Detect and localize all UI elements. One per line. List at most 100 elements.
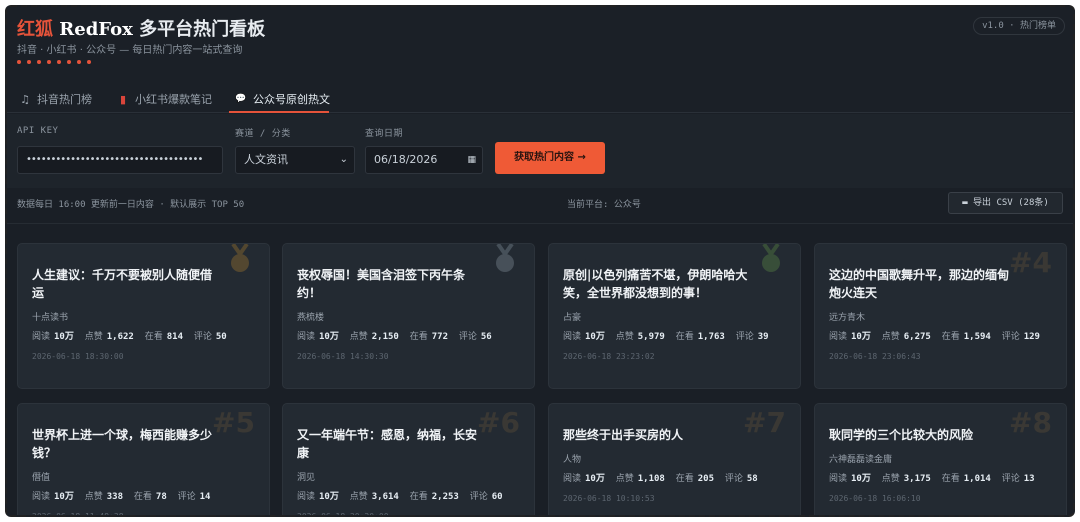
read-label: 阅读 (297, 332, 316, 342)
article-stats: 阅读 10万 点赞 3,175 在看 1,014 评论 13 (829, 468, 1054, 490)
comment-label: 评论 (1001, 332, 1020, 342)
watch-count: 78 (155, 492, 167, 502)
article-source: 占豪 (563, 313, 582, 323)
article-title[interactable]: 丧权辱国！美国含泪签下丙午条约！ (297, 266, 487, 302)
article-title[interactable]: 原创|以色列痛苦不堪，伊朗哈哈大笑，全世界都没想到的事！ (563, 266, 753, 302)
comment-count: 39 (757, 332, 769, 342)
like-label: 点赞 (84, 492, 103, 502)
comment-count: 58 (746, 474, 758, 484)
brand-en: RedFox (59, 19, 133, 40)
read-label: 阅读 (32, 332, 51, 342)
header: 红狐 RedFox 多平台热门看板 抖音 · 小红书 · 公众号 — 每日热门内… (7, 7, 1073, 81)
api-key-input[interactable]: •••••••••••••••••••••••••••••••••••• (17, 146, 223, 174)
active-tab-indicator (229, 111, 329, 113)
tab-gongzhonghao[interactable]: 💬 公众号原创热文 (235, 89, 330, 109)
watch-label: 在看 (675, 332, 694, 342)
update-note: 数据每日 16:00 更新前一日内容 · 默认展示 TOP 50 (17, 200, 245, 210)
watch-count: 772 (431, 332, 448, 342)
like-count: 6,275 (903, 332, 931, 342)
article-title[interactable]: 耿同学的三个比较大的风险 (829, 426, 1019, 444)
comment-label: 评论 (735, 332, 754, 342)
watch-count: 814 (166, 332, 183, 342)
article-source: 六神磊磊读金庸 (829, 455, 893, 465)
article-source: 僭值 (32, 473, 51, 483)
article-time: 2026-06-18 18:30:00 (32, 352, 124, 361)
watch-label: 在看 (941, 474, 960, 484)
watch-count: 1,763 (697, 332, 725, 342)
date-label: 查询日期 (365, 129, 404, 139)
like-label: 点赞 (615, 332, 634, 342)
watch-label: 在看 (941, 332, 960, 342)
article-card[interactable]: 人生建议：千万不要被别人随便借运 十点读书 阅读 10万 点赞 1,622 在看 81… (17, 243, 270, 389)
article-title[interactable]: 世界杯上进一个球，梅西能赚多少钱？ (32, 426, 222, 462)
tab-douyin[interactable]: ♫ 抖音热门榜 (19, 89, 92, 109)
read-label: 阅读 (32, 492, 51, 502)
article-card[interactable]: #6 又一年端午节：感恩，纳福，长安康 洞见 阅读 10万 点赞 3,614 在看 2… (282, 403, 535, 517)
article-time: 2026-06-18 11:49:38 (32, 512, 124, 517)
date-input[interactable]: 06/18/2026 ▦ (365, 146, 483, 174)
article-card[interactable]: #7 那些终于出手买房的人 人物 阅读 10万 点赞 1,108 在看 205 评论 5… (548, 403, 801, 515)
comment-count: 13 (1023, 474, 1035, 484)
article-title[interactable]: 这边的中国歌舞升平，那边的缅甸炮火连天 (829, 266, 1019, 302)
article-card[interactable]: #5 世界杯上进一个球，梅西能赚多少钱？ 僭值 阅读 10万 点赞 338 在看 78… (17, 403, 270, 517)
article-source: 远方青木 (829, 313, 866, 323)
like-label: 点赞 (881, 332, 900, 342)
book-icon: ▮ (119, 92, 127, 106)
like-label: 点赞 (881, 474, 900, 484)
comment-label: 评论 (1001, 474, 1020, 484)
subtitle: 抖音 · 小红书 · 公众号 — 每日热门内容一站式查询 (17, 45, 243, 56)
read-label: 阅读 (829, 474, 848, 484)
brand-cn: 红狐 (17, 19, 53, 40)
article-stats: 阅读 10万 点赞 5,979 在看 1,763 评论 39 (563, 326, 788, 348)
article-stats: 阅读 10万 点赞 1,108 在看 205 评论 58 (563, 468, 788, 490)
article-stats: 阅读 10万 点赞 338 在看 78 评论 14 (32, 486, 257, 508)
comment-label: 评论 (469, 492, 488, 502)
article-title[interactable]: 那些终于出手买房的人 (563, 426, 753, 444)
app-window: 红狐 RedFox 多平台热门看板 抖音 · 小红书 · 公众号 — 每日热门内… (5, 5, 1075, 517)
chevron-down-icon: ⌄ (339, 154, 348, 165)
article-stats: 阅读 10万 点赞 2,150 在看 772 评论 56 (297, 326, 522, 348)
watch-label: 在看 (409, 332, 428, 342)
article-time: 2026-06-18 16:06:10 (829, 494, 921, 503)
tab-xiaohongshu[interactable]: ▮ 小红书爆款笔记 (117, 89, 212, 109)
article-stats: 阅读 10万 点赞 6,275 在看 1,594 评论 129 (829, 326, 1054, 348)
comment-label: 评论 (193, 332, 212, 342)
watch-label: 在看 (675, 474, 694, 484)
article-source: 十点读书 (32, 313, 69, 323)
article-card[interactable]: #4 这边的中国歌舞升平，那边的缅甸炮火连天 远方青木 阅读 10万 点赞 6,27… (814, 243, 1067, 389)
download-icon: ▬ (962, 198, 968, 208)
calendar-icon: ▦ (467, 155, 476, 165)
article-source: 人物 (563, 455, 582, 465)
like-label: 点赞 (84, 332, 103, 342)
brand-title: 红狐 RedFox 多平台热门看板 (17, 15, 265, 41)
query-form: API KEY ••••••••••••••••••••••••••••••••… (7, 114, 1073, 188)
article-title[interactable]: 又一年端午节：感恩，纳福，长安康 (297, 426, 487, 462)
decorative-dots (17, 60, 91, 64)
read-count: 10万 (585, 474, 605, 484)
category-label: 赛道 / 分类 (235, 129, 291, 139)
watch-count: 1,594 (963, 332, 991, 342)
fetch-button[interactable]: 获取热门内容 → (495, 142, 605, 174)
article-time: 2026-06-18 14:30:30 (297, 352, 389, 361)
like-count: 338 (106, 492, 124, 502)
article-source: 燕梳楼 (297, 313, 325, 323)
export-csv-button[interactable]: ▬ 导出 CSV (28条) (948, 192, 1063, 214)
read-count: 10万 (319, 332, 339, 342)
like-label: 点赞 (615, 474, 634, 484)
article-title[interactable]: 人生建议：千万不要被别人随便借运 (32, 266, 222, 302)
like-count: 3,614 (371, 492, 399, 502)
article-source: 洞见 (297, 473, 316, 483)
chat-bubble-icon: 💬 (235, 94, 247, 104)
read-label: 阅读 (829, 332, 848, 342)
article-card[interactable]: 原创|以色列痛苦不堪，伊朗哈哈大笑，全世界都没想到的事！ 占豪 阅读 10万 点赞… (548, 243, 801, 389)
like-count: 1,622 (106, 332, 134, 342)
article-card[interactable]: 丧权辱国！美国含泪签下丙午条约！ 燕梳楼 阅读 10万 点赞 2,150 在看 772… (282, 243, 535, 389)
article-time: 2026-06-18 20:20:00 (297, 512, 389, 517)
like-label: 点赞 (349, 332, 368, 342)
article-card[interactable]: #8 耿同学的三个比较大的风险 六神磊磊读金庸 阅读 10万 点赞 3,175 在看… (814, 403, 1067, 515)
category-select[interactable]: 人文资讯 ⌄ (235, 146, 355, 174)
article-time: 2026-06-18 23:23:02 (563, 352, 655, 361)
read-count: 10万 (585, 332, 605, 342)
comment-count: 129 (1023, 332, 1040, 342)
article-stats: 阅读 10万 点赞 3,614 在看 2,253 评论 60 (297, 486, 522, 508)
